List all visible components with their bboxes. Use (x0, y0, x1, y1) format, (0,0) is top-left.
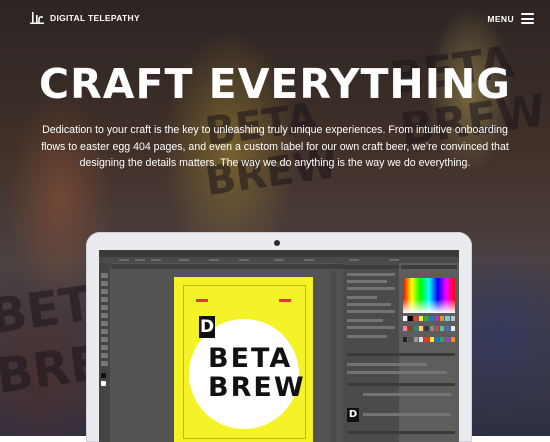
menu-button[interactable]: MENU (487, 13, 534, 24)
label-mark (279, 299, 291, 302)
label-initial: D (199, 316, 215, 338)
laptop-mockup: D BETA BREW D (86, 232, 472, 442)
menu-label: MENU (487, 13, 514, 24)
hamburger-menu-icon (521, 13, 534, 24)
laptop-screen: D BETA BREW D (99, 250, 459, 442)
label-word-beta: BETA (208, 343, 293, 374)
layer-thumbnail[interactable]: D (347, 408, 359, 422)
swatches-panel[interactable] (403, 316, 455, 346)
document-tab (111, 264, 343, 269)
label-word-brew: BREW (208, 372, 306, 403)
hero-intro: Dedication to your craft is the key to u… (41, 124, 509, 169)
hero-title: CRAFT EVERYTHING (39, 60, 511, 108)
logo-icon (30, 12, 44, 24)
color-picker[interactable] (403, 278, 455, 313)
brand-logo[interactable]: DIGITAL TELEPATHY (30, 11, 140, 25)
laptop-camera-icon (274, 240, 280, 246)
properties-panels: D (343, 263, 459, 442)
tools-panel (99, 263, 110, 442)
brand-name: DIGITAL TELEPATHY (50, 13, 140, 23)
app-title-bar (99, 250, 459, 257)
artboard: D BETA BREW (174, 277, 313, 442)
label-mark (196, 299, 208, 302)
canvas-scrollbar (330, 271, 336, 442)
top-nav: DIGITAL TELEPATHY MENU (0, 0, 550, 40)
